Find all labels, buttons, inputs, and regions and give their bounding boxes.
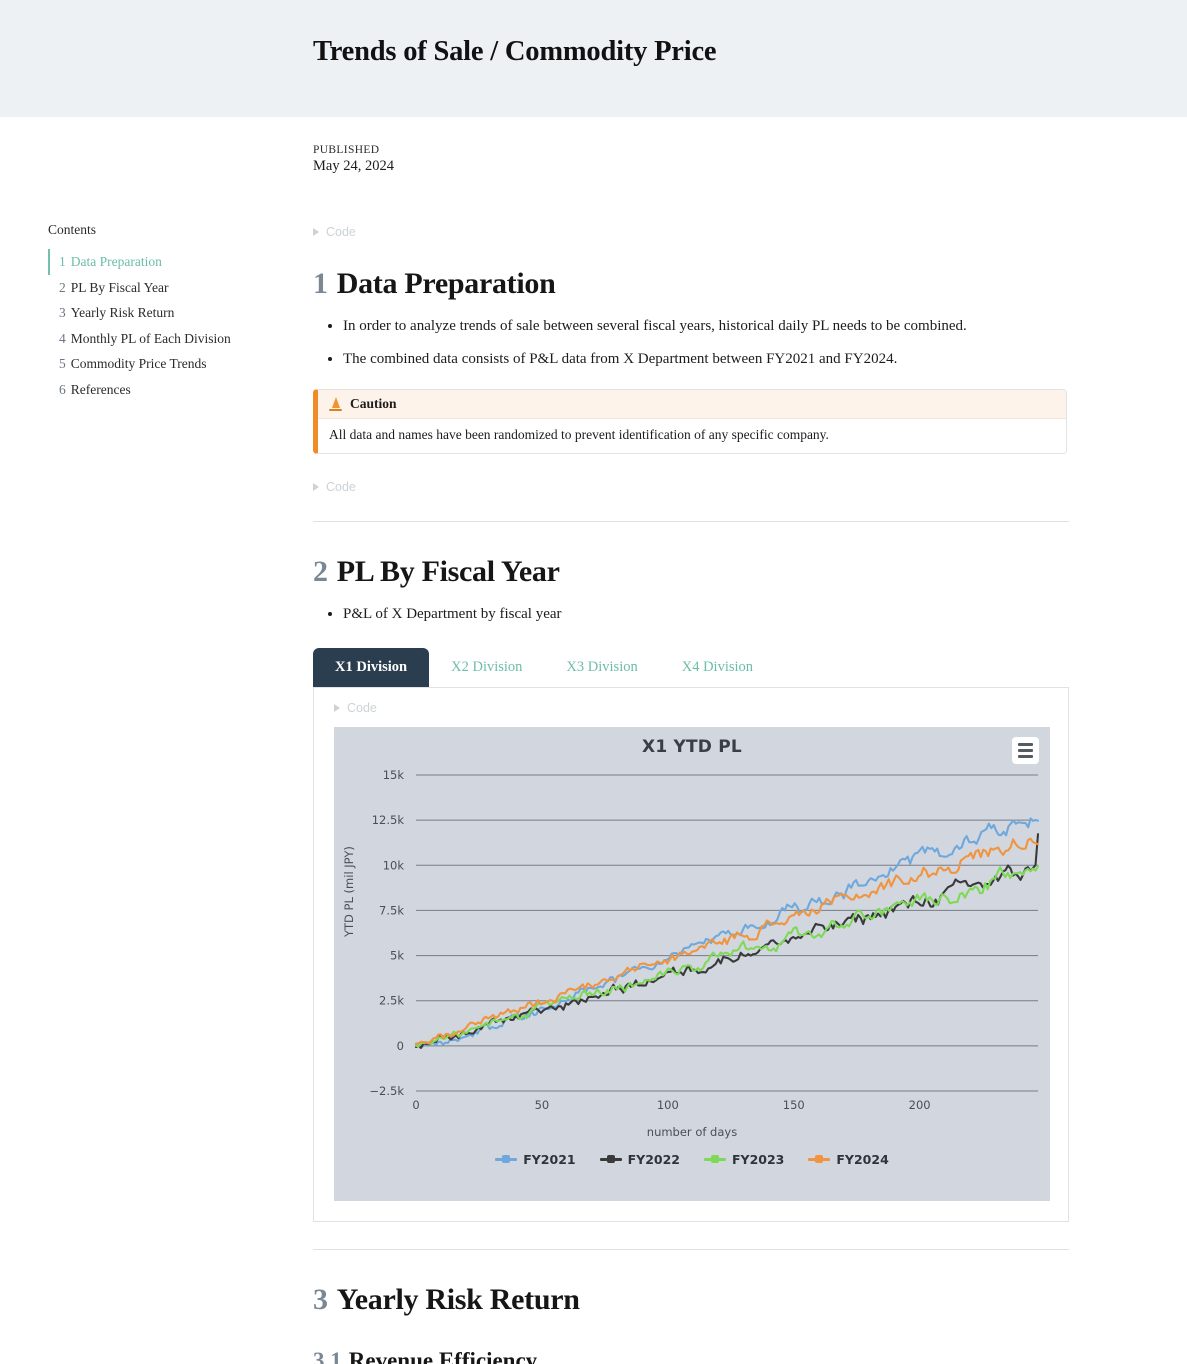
code-toggle-label: Code — [326, 225, 356, 239]
svg-text:100: 100 — [657, 1098, 679, 1112]
data-preparation-bullets: In order to analyze trends of sale betwe… — [313, 315, 1069, 370]
section-heading-pl-by-fiscal-year: 2 PL By Fiscal Year — [313, 555, 1069, 589]
list-item: The combined data consists of P&L data f… — [343, 348, 1069, 371]
toc-item-number: 4 — [59, 330, 66, 346]
section-title: PL By Fiscal Year — [336, 555, 560, 588]
tab-x1-division[interactable]: X1 Division — [313, 647, 430, 687]
callout-body: All data and names have been randomized … — [329, 427, 829, 442]
section-title: Data Preparation — [336, 267, 556, 300]
callout-title: Caution — [350, 396, 397, 411]
section-heading-data-preparation: 1 Data Preparation — [313, 267, 1069, 301]
toc-item-number: 1 — [59, 254, 66, 269]
code-disclosure-section1[interactable]: Code — [313, 480, 1069, 494]
svg-text:0: 0 — [412, 1098, 419, 1112]
caution-callout: Caution All data and names have been ran… — [313, 389, 1067, 454]
section-number: 1 — [313, 267, 328, 300]
svg-text:15k: 15k — [383, 768, 405, 782]
legend-marker-icon — [808, 1154, 831, 1165]
chart-plot-svg: −2.5k 0 2.5k 5k 7.5k 10k 12.5k 15k 0 50 100 150 200 — [369, 768, 1040, 1112]
page-header: Trends of Sale / Commodity Price — [0, 0, 1187, 117]
sidebar-item-commodity-price-trends[interactable]: 5 Commodity Price Trends — [48, 351, 298, 377]
svg-text:200: 200 — [909, 1098, 931, 1112]
section-divider — [313, 1248, 1069, 1250]
toc-item-label: PL By Fiscal Year — [70, 279, 169, 295]
legend-item-fy2023[interactable]: FY2023 — [704, 1152, 784, 1167]
table-of-contents: Contents 1 Data Preparation 2 PL By Fisc… — [48, 222, 298, 402]
svg-text:2.5k: 2.5k — [379, 993, 404, 1007]
published-label: PUBLISHED — [313, 144, 380, 156]
toc-item-label: Data Preparation — [70, 254, 162, 269]
toc-item-label: Monthly PL of Each Division — [70, 330, 231, 346]
legend-item-fy2024[interactable]: FY2024 — [808, 1151, 889, 1167]
legend-item-fy2022[interactable]: FY2022 — [599, 1151, 680, 1167]
chart-y-axis-label: YTD PL (mil JPY) — [342, 845, 356, 937]
page-title: Trends of Sale / Commodity Price — [313, 36, 717, 67]
chevron-right-icon — [313, 483, 319, 491]
toc-item-label: Commodity Price Trends — [70, 356, 207, 372]
section-heading-yearly-risk-return: 3 Yearly Risk Return — [313, 1283, 1069, 1317]
list-item: P&L of X Department by fiscal year — [343, 603, 1069, 626]
legend-item-label: FY2024 — [836, 1151, 889, 1167]
tab-x2-division[interactable]: X2 Division — [429, 648, 544, 687]
code-toggle-label: Code — [326, 480, 356, 494]
toc-item-number: 2 — [59, 279, 66, 295]
svg-text:5k: 5k — [390, 948, 404, 962]
toc-list: 1 Data Preparation 2 PL By Fiscal Year 3… — [48, 249, 298, 402]
published-block: PUBLISHED May 24, 2024 — [313, 144, 1069, 175]
svg-text:12.5k: 12.5k — [372, 813, 405, 827]
traffic-cone-icon — [329, 397, 342, 411]
published-date: May 24, 2024 — [313, 158, 394, 174]
x1-ytd-pl-chart: X1 YTD PL −2.5k 0 2.5k 5k 7.5k 10k 12.5k 15k 0 50… — [334, 726, 1050, 1201]
svg-text:0: 0 — [397, 1038, 404, 1052]
chart-legend: FY2021 FY2022 FY2023 FY2024 — [334, 1152, 1050, 1167]
code-toggle-label: Code — [347, 700, 377, 715]
section-number: 3 — [313, 1282, 328, 1316]
sidebar-item-pl-by-fiscal-year[interactable]: 2 PL By Fiscal Year — [48, 275, 298, 301]
svg-text:150: 150 — [783, 1098, 805, 1112]
legend-item-label: FY2021 — [523, 1151, 576, 1167]
tab-x3-division[interactable]: X3 Division — [544, 648, 659, 687]
chevron-right-icon — [334, 703, 340, 712]
toc-item-label: References — [70, 381, 131, 397]
section-title: Yearly Risk Return — [336, 1282, 580, 1316]
sidebar-item-yearly-risk-return[interactable]: 3 Yearly Risk Return — [48, 300, 298, 326]
main-content: PUBLISHED May 24, 2024 Code 1 Data Prepar… — [313, 117, 1069, 1364]
toc-item-label: Yearly Risk Return — [70, 305, 175, 321]
sidebar-item-references[interactable]: 6 References — [48, 377, 298, 403]
section-divider — [313, 521, 1069, 522]
legend-item-label: FY2023 — [732, 1151, 785, 1167]
legend-marker-icon — [704, 1154, 726, 1165]
svg-text:−2.5k: −2.5k — [369, 1084, 404, 1098]
tab-panel-x1-division: Code X1 YTD PL −2.5k 0 2.5k 5k 7.5k 10k 12.5k 1… — [313, 686, 1069, 1222]
toc-item-number: 6 — [59, 381, 66, 397]
subsection-number: 3.1 — [313, 1347, 342, 1364]
chart-x-axis-label: number of days — [646, 1124, 738, 1139]
subsection-title: Revenue Efficiency — [348, 1347, 538, 1364]
subsection-heading-revenue-efficiency: 3.1 Revenue Efficiency — [313, 1348, 1069, 1364]
pl-by-fiscal-year-bullets: P&L of X Department by fiscal year — [313, 603, 1069, 626]
legend-marker-icon — [495, 1154, 518, 1165]
toc-item-number: 5 — [59, 356, 66, 372]
toc-heading: Contents — [48, 222, 97, 237]
legend-item-label: FY2022 — [627, 1151, 680, 1167]
division-tabset: X1 Division X2 Division X3 Division X4 D… — [313, 647, 1069, 1222]
section-number: 2 — [313, 555, 328, 588]
chevron-right-icon — [313, 228, 319, 236]
sidebar-item-monthly-pl-of-each-division[interactable]: 4 Monthly PL of Each Division — [48, 326, 298, 352]
tab-x4-division[interactable]: X4 Division — [660, 648, 775, 687]
sidebar-item-data-preparation[interactable]: 1 Data Preparation — [48, 249, 298, 275]
tab-bar: X1 Division X2 Division X3 Division X4 D… — [313, 647, 1069, 687]
legend-item-fy2021[interactable]: FY2021 — [495, 1151, 576, 1167]
callout-header: Caution — [318, 390, 1066, 419]
svg-text:10k: 10k — [383, 858, 405, 872]
svg-text:7.5k: 7.5k — [379, 903, 404, 917]
svg-text:50: 50 — [535, 1098, 550, 1112]
code-disclosure-top[interactable]: Code — [313, 225, 1069, 239]
code-disclosure-chart[interactable]: Code — [334, 701, 1048, 715]
toc-item-number: 3 — [59, 305, 66, 321]
legend-marker-icon — [599, 1154, 622, 1165]
list-item: In order to analyze trends of sale betwe… — [343, 315, 1069, 338]
